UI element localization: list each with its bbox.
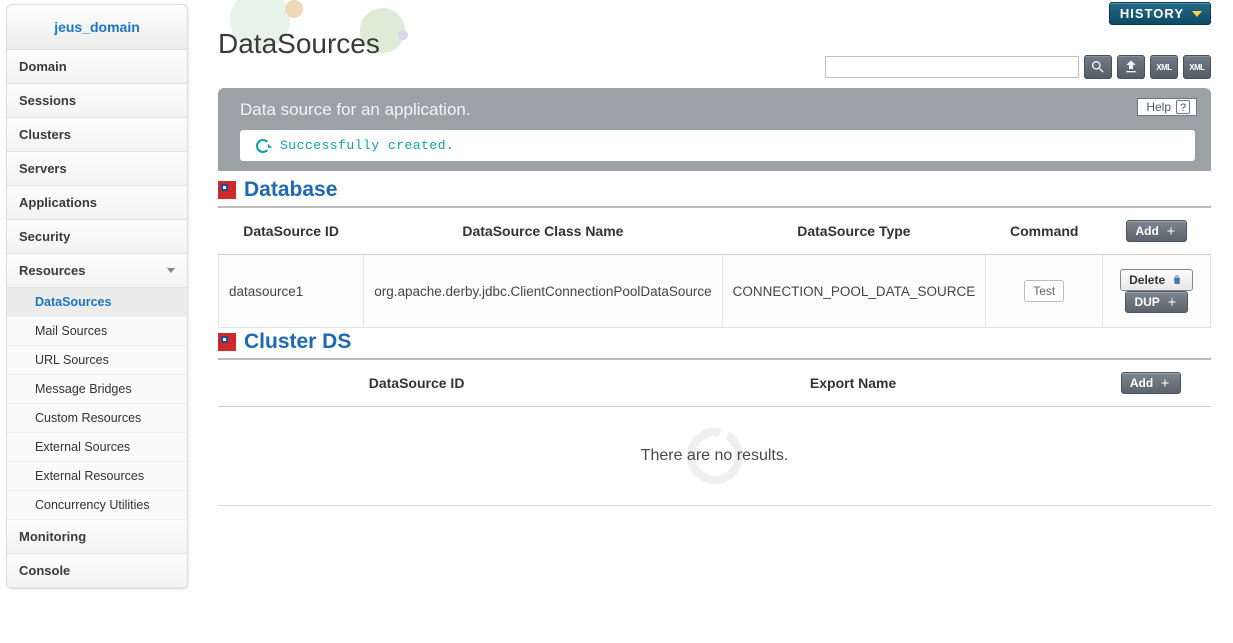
nav-resources[interactable]: Resources — [7, 254, 187, 288]
status-message: Successfully created. — [240, 130, 1195, 161]
plus-icon — [1164, 225, 1178, 237]
decor-circle — [398, 30, 408, 40]
plus-icon — [1158, 377, 1172, 389]
col-cluster-id: DataSource ID — [218, 360, 615, 407]
nav-applications[interactable]: Applications — [7, 186, 187, 220]
col-actions: Add — [1091, 360, 1211, 407]
section-title-text: Cluster DS — [244, 330, 351, 354]
sub-datasources[interactable]: DataSources — [7, 288, 187, 317]
sub-external-sources[interactable]: External Sources — [7, 433, 187, 462]
sub-concurrency-utilities[interactable]: Concurrency Utilities — [7, 491, 187, 520]
nav-sessions[interactable]: Sessions — [7, 84, 187, 118]
xml-button-1[interactable]: XML — [1150, 55, 1178, 79]
nav-servers[interactable]: Servers — [7, 152, 187, 186]
nav-domain[interactable]: Domain — [7, 50, 187, 84]
search-toolbar: XML XML — [825, 55, 1211, 79]
xml-button-2[interactable]: XML — [1183, 55, 1211, 79]
page-title: DataSources — [218, 28, 380, 60]
status-text: Successfully created. — [280, 138, 454, 153]
nav-monitoring[interactable]: Monitoring — [7, 520, 187, 554]
panel-subtitle: Data source for an application. — [240, 100, 1195, 120]
question-icon: ? — [1176, 100, 1190, 114]
domain-title[interactable]: jeus_domain — [7, 5, 187, 50]
plus-icon — [1165, 296, 1179, 308]
export-button[interactable] — [1117, 55, 1145, 79]
cell-actions: Delete DUP — [1103, 255, 1211, 328]
table-row: datasource1 org.apache.derby.jdbc.Client… — [219, 255, 1211, 328]
section-title-cluster: Cluster DS — [218, 330, 1211, 360]
search-icon — [1090, 59, 1106, 75]
empty-text: There are no results. — [641, 447, 789, 464]
trash-icon — [1170, 274, 1184, 286]
section-title-database: Database — [218, 178, 1211, 208]
add-database-button[interactable]: Add — [1126, 220, 1186, 242]
delete-button[interactable]: Delete — [1120, 269, 1193, 291]
help-button[interactable]: Help ? — [1137, 98, 1197, 116]
cell-type: CONNECTION_POOL_DATA_SOURCE — [722, 255, 986, 328]
xml-icon: XML — [1156, 63, 1171, 72]
col-actions: Add — [1103, 208, 1211, 255]
cell-class: org.apache.derby.jdbc.ClientConnectionPo… — [364, 255, 722, 328]
add-cluster-button[interactable]: Add — [1121, 372, 1181, 394]
sidebar: jeus_domain Domain Sessions Clusters Ser… — [6, 4, 188, 589]
history-button[interactable]: HISTORY — [1109, 2, 1211, 25]
xml-icon: XML — [1189, 63, 1204, 72]
col-export-name: Export Name — [615, 360, 1091, 407]
dup-label: DUP — [1134, 295, 1159, 309]
sub-custom-resources[interactable]: Custom Resources — [7, 404, 187, 433]
section-title-text: Database — [244, 178, 337, 202]
sub-external-resources[interactable]: External Resources — [7, 462, 187, 491]
section-icon — [218, 181, 236, 199]
nav-security[interactable]: Security — [7, 220, 187, 254]
dup-button[interactable]: DUP — [1125, 291, 1187, 313]
export-icon — [1123, 59, 1139, 75]
add-label: Add — [1130, 376, 1153, 390]
sub-message-bridges[interactable]: Message Bridges — [7, 375, 187, 404]
col-datasource-id: DataSource ID — [219, 208, 364, 255]
main-content: HISTORY DataSources XML XML Help ? Data … — [200, 0, 1221, 643]
cluster-table: DataSource ID Export Name Add — [218, 360, 1211, 407]
search-button[interactable] — [1084, 55, 1112, 79]
sub-url-sources[interactable]: URL Sources — [7, 346, 187, 375]
add-label: Add — [1135, 224, 1158, 238]
help-label: Help — [1146, 100, 1171, 114]
delete-label: Delete — [1129, 273, 1165, 287]
test-button[interactable]: Test — [1024, 280, 1064, 302]
refresh-icon — [256, 139, 270, 153]
database-table: DataSource ID DataSource Class Name Data… — [218, 208, 1211, 328]
empty-state: There are no results. — [218, 407, 1211, 506]
cell-command: Test — [986, 255, 1103, 328]
panel-header: Help ? Data source for an application. S… — [218, 88, 1211, 171]
col-type: DataSource Type — [722, 208, 986, 255]
nav-clusters[interactable]: Clusters — [7, 118, 187, 152]
nav-console[interactable]: Console — [7, 554, 187, 588]
search-input[interactable] — [825, 56, 1079, 78]
section-database: Database DataSource ID DataSource Class … — [218, 178, 1211, 328]
section-icon — [218, 333, 236, 351]
col-command: Command — [986, 208, 1103, 255]
cell-id[interactable]: datasource1 — [219, 255, 364, 328]
col-class-name: DataSource Class Name — [364, 208, 722, 255]
decor-circle — [285, 0, 303, 18]
section-cluster: Cluster DS DataSource ID Export Name Add — [218, 330, 1211, 506]
sub-mail-sources[interactable]: Mail Sources — [7, 317, 187, 346]
